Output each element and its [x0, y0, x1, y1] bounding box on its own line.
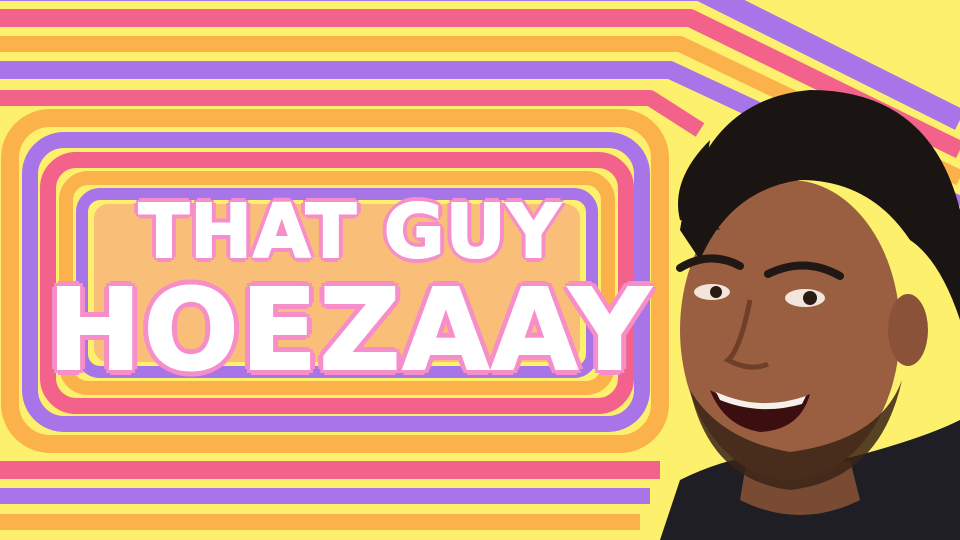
person-photo — [660, 90, 960, 540]
thumbnail-canvas: THAT GUY HOEZAAY — [0, 0, 960, 540]
title-line-hoezaay: HOEZAAY — [47, 266, 653, 396]
channel-title: THAT GUY HOEZAAY — [40, 189, 660, 396]
title-line-that-guy: THAT GUY — [138, 189, 562, 275]
